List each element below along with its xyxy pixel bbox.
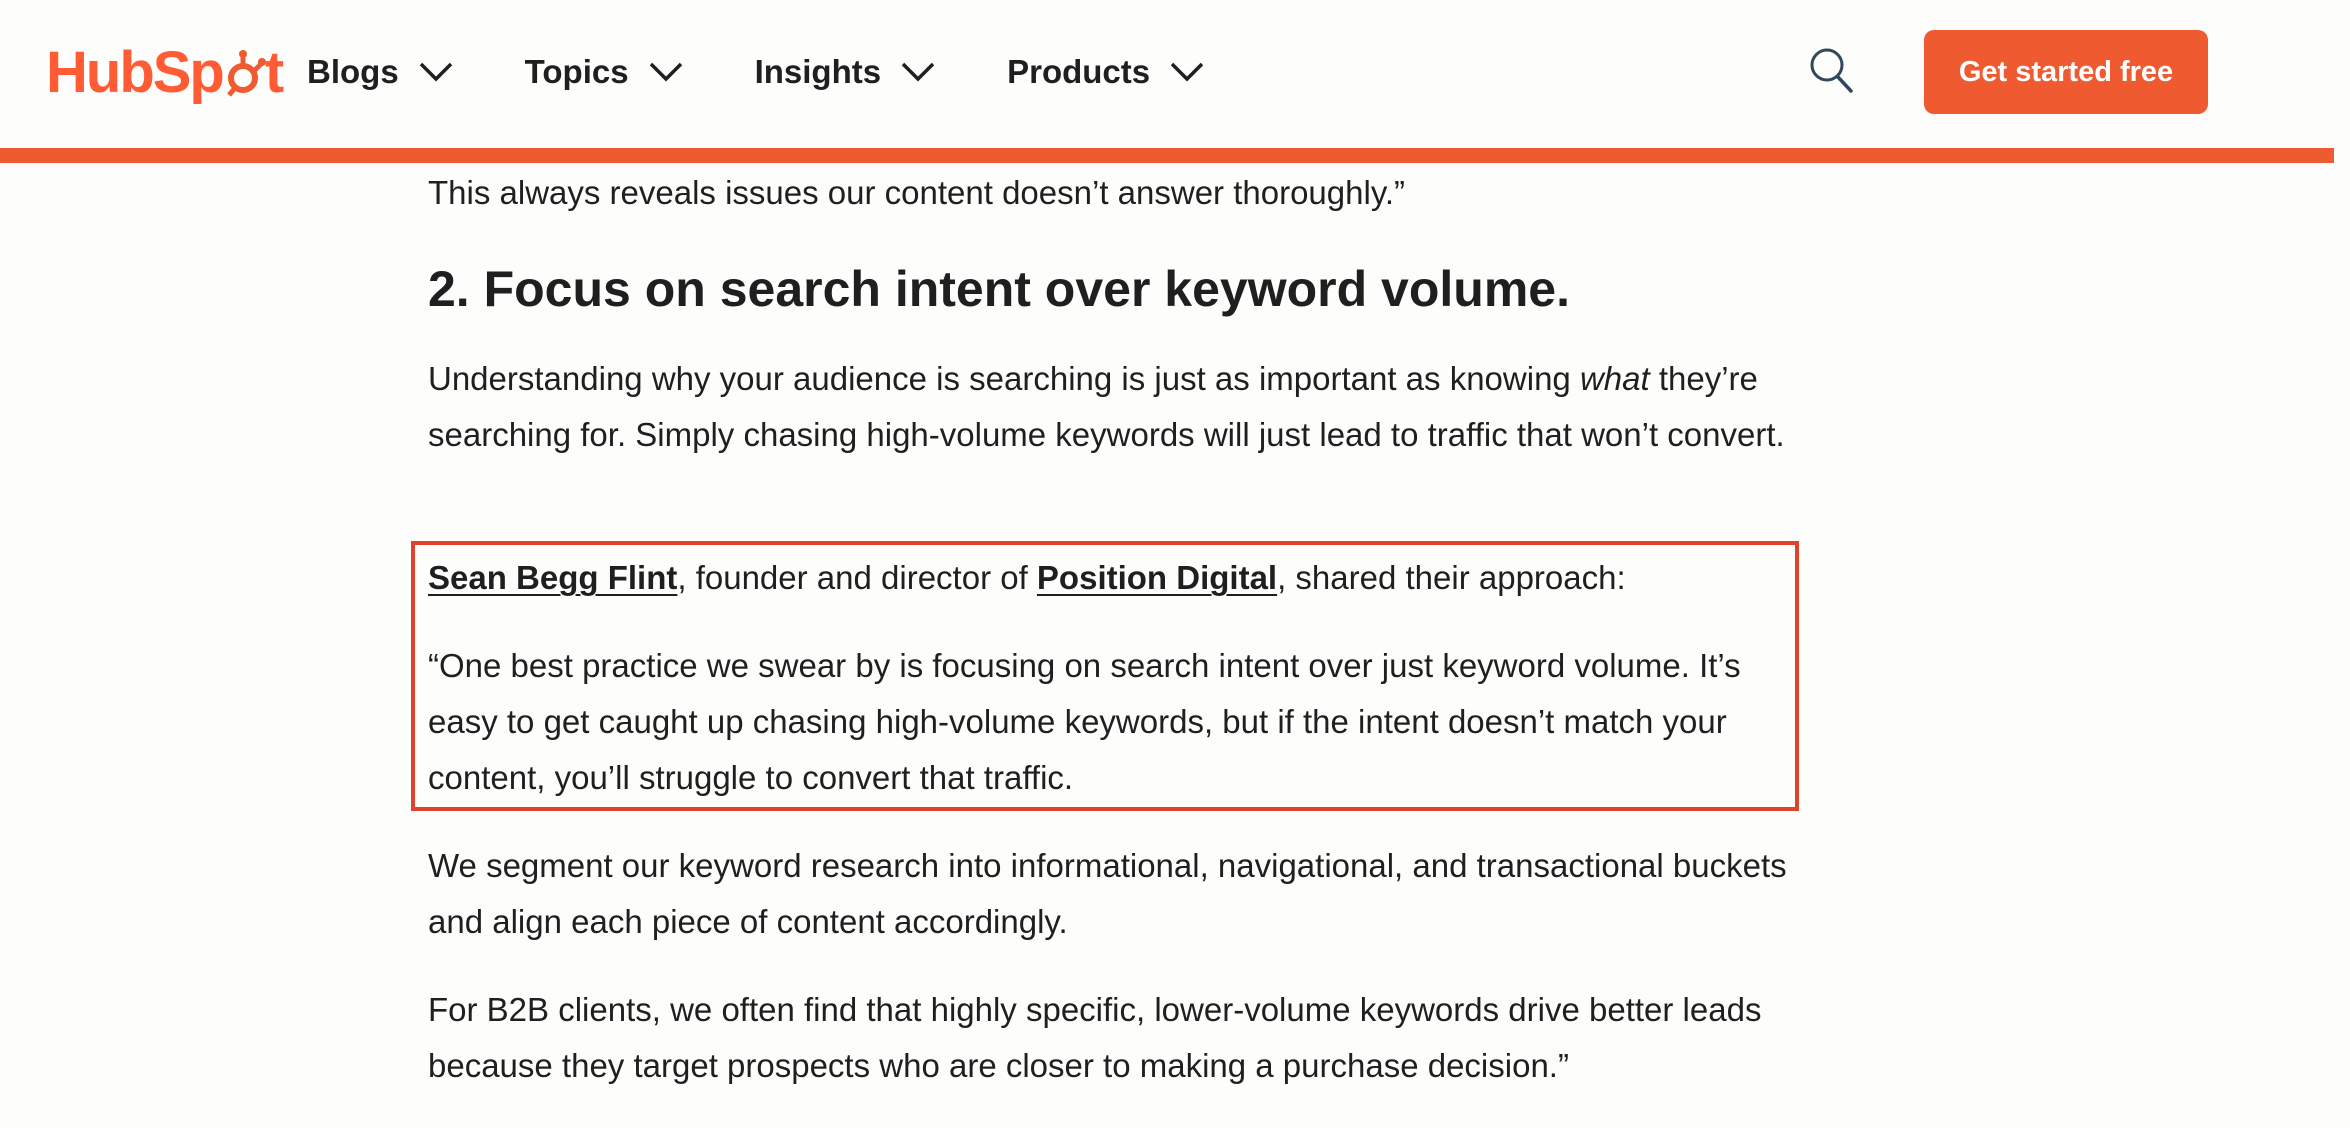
chevron-down-icon — [419, 62, 452, 82]
sprocket-icon — [226, 50, 266, 97]
get-started-free-button[interactable]: Get started free — [1924, 30, 2208, 114]
nav-topics-label: Topics — [524, 53, 629, 90]
quote-attribution: Sean Begg Flint, founder and director of… — [428, 550, 1626, 606]
quote-paragraph-3: For B2B clients, we often find that high… — [428, 991, 1762, 1084]
quote-paragraph-2: We segment our keyword research into inf… — [428, 847, 1787, 940]
nav-products-label: Products — [1007, 53, 1151, 90]
main-nav: Blogs Topics Insights Products — [307, 45, 1276, 99]
attribution-mid: , founder and director of — [677, 559, 1037, 596]
chevron-down-icon — [1170, 62, 1204, 82]
hubspot-logo[interactable]: HubSp t — [46, 38, 284, 108]
nav-blogs-label: Blogs — [307, 53, 399, 90]
search-icon[interactable] — [1808, 46, 1854, 96]
intro-tail-paragraph: This always reveals issues our content d… — [428, 174, 1406, 211]
attribution-end: , shared their approach: — [1277, 559, 1626, 596]
para1-text-before: Understanding why your audience is searc… — [428, 360, 1580, 397]
author-link[interactable]: Sean Begg Flint — [428, 559, 677, 596]
nav-products[interactable]: Products — [1007, 45, 1204, 99]
site-header: HubSp t Blogs Topics Insights Products G… — [0, 0, 2350, 148]
nav-insights[interactable]: Insights — [755, 45, 936, 99]
nav-blogs[interactable]: Blogs — [307, 45, 453, 99]
para1-emphasis: what — [1579, 360, 1650, 397]
nav-insights-label: Insights — [754, 53, 882, 90]
header-accent-bar — [0, 148, 2334, 163]
logo-text-start: HubSp — [46, 40, 225, 105]
search-intent-paragraph: Understanding why your audience is searc… — [428, 351, 1828, 463]
section-heading: 2. Focus on search intent over keyword v… — [428, 261, 1570, 317]
company-link[interactable]: Position Digital — [1037, 559, 1277, 596]
quote-paragraph-1: “One best practice we swear by is focusi… — [428, 647, 1741, 796]
chevron-down-icon — [649, 62, 682, 82]
nav-topics[interactable]: Topics — [525, 45, 683, 99]
chevron-down-icon — [901, 62, 935, 82]
logo-text-end: t — [264, 40, 284, 105]
